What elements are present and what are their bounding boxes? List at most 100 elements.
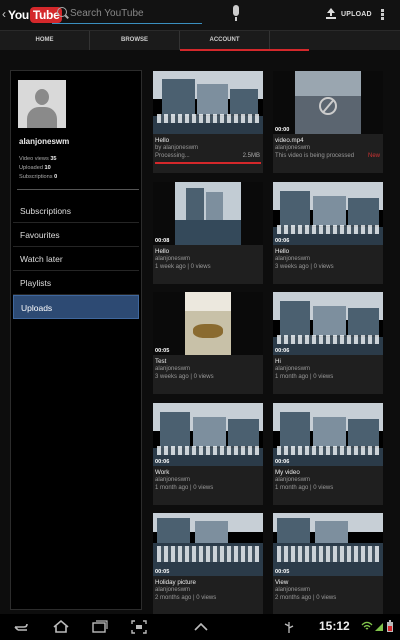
video-title: My video [275,469,300,476]
wifi-icon [361,621,373,630]
video-title: Test [155,358,167,365]
video-thumbnail[interactable] [273,513,383,576]
video-views-stat: Video views 35 [19,156,57,162]
video-thumbnail[interactable] [273,292,383,355]
video-title: Work [155,469,170,476]
video-card[interactable]: 00:05 View alanjoneswm 2 months ago | 0 … [273,513,383,615]
tab-home[interactable]: HOME [0,31,90,50]
nav-item-uploads[interactable]: Uploads [13,295,139,319]
video-title: Hi [275,358,281,365]
upload-icon [326,8,336,20]
usb-icon [284,622,294,633]
video-card[interactable]: 00:06 Work alanjoneswm 1 month ago | 0 v… [153,403,263,505]
video-card[interactable]: 00:06 My video alanjoneswm 1 month ago |… [273,403,383,505]
video-thumbnail[interactable] [153,71,263,134]
account-nav: Subscriptions Favourites Watch later Pla… [13,199,139,319]
upload-button[interactable]: UPLOAD [326,7,372,21]
clock: 15:12 [319,619,350,633]
video-info: 2 months ago | 0 views [155,595,217,601]
video-title: View [275,579,289,586]
video-info: 1 month ago | 0 views [155,485,214,491]
nav-item-favourites[interactable]: Favourites [13,223,139,247]
more-icon[interactable] [381,9,385,21]
video-author: alanjoneswm [155,477,191,483]
video-author: alanjoneswm [275,477,311,483]
video-thumbnail[interactable] [153,403,263,466]
tab-filler [270,31,400,50]
avatar-icon [18,80,66,128]
tab-bar: HOME BROWSE ACCOUNT [0,30,400,51]
nav-item-playlists[interactable]: Playlists [13,271,139,295]
video-author: alanjoneswm [275,366,311,372]
video-duration: 00:06 [275,348,290,354]
video-size: 2.5MB [242,153,260,159]
uploaded-stat: Uploaded 10 [19,165,51,171]
video-author: alanjoneswm [155,256,191,262]
search-icon [57,7,67,17]
nav-item-watch-later[interactable]: Watch later [13,247,139,271]
video-thumbnail[interactable] [273,71,383,134]
logo-you: You [8,7,29,22]
video-info: 1 month ago | 0 views [275,374,334,380]
battery-icon [387,620,393,632]
video-card[interactable]: Hello by alanjoneswm Processing... 2.5MB [153,71,263,173]
video-thumbnail[interactable] [273,403,383,466]
tab-browse[interactable]: BROWSE [90,31,180,50]
video-card[interactable]: 00:06 Hello alanjoneswm 3 weeks ago | 0 … [273,182,383,284]
no-video-icon [319,97,337,115]
video-title: Hello [155,137,170,144]
video-info: 3 weeks ago | 0 views [275,264,334,270]
mic-icon[interactable] [233,5,239,21]
video-status: This video is being processed [275,153,355,159]
divider [17,189,139,190]
username: alanjoneswm [19,137,70,146]
video-status: Processing... [155,153,190,159]
video-card[interactable]: 00:08 Hello alanjoneswm 1 week ago | 0 v… [153,182,263,284]
video-duration: 00:05 [275,569,290,575]
video-thumbnail[interactable] [273,182,383,245]
video-title: video.mp4 [275,137,304,144]
subscriptions-stat: Subscriptions 0 [19,174,58,180]
video-author: alanjoneswm [155,587,191,593]
video-duration: 00:06 [275,238,290,244]
profile-stats: Video views 35 Uploaded 10 Subscriptions… [19,155,57,182]
video-duration: 00:05 [155,569,170,575]
upload-progress-bar [155,162,261,164]
search-input[interactable] [70,6,180,21]
screenshot-icon[interactable] [131,620,147,634]
video-author: alanjoneswm [275,587,311,593]
signal-icon [375,623,383,631]
video-card[interactable]: 00:05 Test alanjoneswm 3 weeks ago | 0 v… [153,292,263,394]
new-badge: New [367,153,380,159]
video-info: 1 month ago | 0 views [275,485,334,491]
video-card[interactable]: 00:00 video.mp4 alanjoneswm This video i… [273,71,383,173]
back-nav-icon[interactable] [13,621,29,633]
video-info: 3 weeks ago | 0 views [155,374,214,380]
video-duration: 00:00 [275,127,290,133]
video-author: alanjoneswm [275,256,311,262]
video-card[interactable]: 00:05 Holiday picture alanjoneswm 2 mont… [153,513,263,615]
action-bar: ‹ You Tube UPLOAD [0,0,400,30]
upload-label: UPLOAD [341,10,372,18]
video-title: Hello [275,248,290,255]
video-duration: 00:06 [275,459,290,465]
home-nav-icon[interactable] [52,619,70,634]
video-thumbnail[interactable] [153,292,263,355]
video-title: Hello [155,248,170,255]
menu-nav-icon[interactable] [194,623,208,631]
video-author: alanjoneswm [155,366,191,372]
video-duration: 00:08 [155,238,170,244]
nav-item-subscriptions[interactable]: Subscriptions [13,199,139,223]
video-author: by alanjoneswm [155,145,199,151]
video-duration: 00:05 [155,348,170,354]
recent-apps-icon[interactable] [92,620,108,633]
video-thumbnail[interactable] [153,513,263,576]
system-nav-bar: 15:12 [0,614,400,640]
video-title: Holiday picture [155,579,196,586]
search-box[interactable] [52,4,239,24]
video-info: 2 months ago | 0 views [275,595,337,601]
video-card[interactable]: 00:06 Hi alanjoneswm 1 month ago | 0 vie… [273,292,383,394]
tab-account[interactable]: ACCOUNT [180,31,309,51]
video-duration: 00:06 [155,459,170,465]
video-thumbnail[interactable] [153,182,263,245]
